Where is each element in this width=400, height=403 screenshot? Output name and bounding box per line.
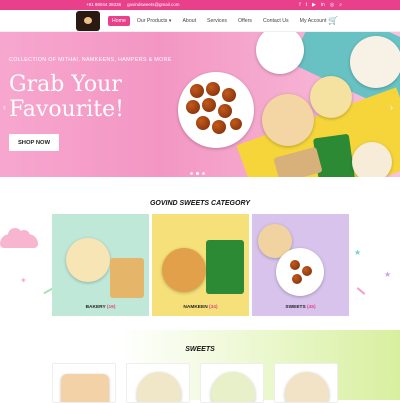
product-image <box>285 372 329 402</box>
bakery-image <box>66 238 110 282</box>
decorative-confetti <box>356 287 366 295</box>
namkeen-packet-image <box>206 240 244 294</box>
decorative-cloud <box>0 228 38 248</box>
product-image <box>61 374 109 402</box>
shop-now-button[interactable]: SHOP NOW <box>9 134 59 151</box>
linkedin-icon[interactable]: in <box>321 2 325 8</box>
youtube-icon[interactable]: ▶ <box>312 2 316 8</box>
sweets-plate-image <box>276 248 324 296</box>
hero-headline: Grab Your Favourite! <box>9 72 124 122</box>
bakery-box-image <box>110 258 144 298</box>
product-card[interactable] <box>274 363 338 403</box>
facebook-icon[interactable]: f <box>299 2 300 8</box>
sweet-ball <box>302 266 312 276</box>
sweets-plate-image <box>352 142 392 177</box>
shopping-cart-icon[interactable]: 🛒 <box>328 16 338 25</box>
nav-item-about[interactable]: About <box>178 16 200 26</box>
sweet-ball <box>230 118 242 130</box>
logo-face-icon <box>84 17 92 24</box>
namkeen-plate-image <box>256 32 304 74</box>
twitter-icon[interactable]: t <box>306 2 307 8</box>
slider-dot[interactable] <box>196 172 199 175</box>
category-count: (19) <box>106 305 116 310</box>
namkeen-image <box>162 248 206 292</box>
hero-kicker: COLLECTION OF MITHAI, NAMKEENS, HAMPERS … <box>9 57 172 63</box>
kaju-katli-plate-image <box>350 36 400 88</box>
product-image <box>137 372 181 402</box>
decorative-star-icon: ★ <box>384 270 392 279</box>
category-label: NAMKEEN (34) <box>152 305 249 310</box>
sweet-ball <box>206 82 220 96</box>
category-count: (45) <box>307 305 316 310</box>
product-card[interactable] <box>126 363 190 403</box>
category-card-namkeen[interactable]: NAMKEEN (34) <box>152 214 249 316</box>
email-text[interactable]: govindsweets@gmail.com <box>127 2 179 7</box>
search-icon[interactable]: ⌕ <box>339 2 342 8</box>
category-name: BAKERY <box>85 305 106 310</box>
product-card[interactable] <box>200 363 264 403</box>
sweet-ball <box>202 98 216 112</box>
phone-text[interactable]: +91 98044 38336 <box>86 2 121 7</box>
slider-dots <box>190 172 205 175</box>
nav-item-our-products-label: Our Products <box>136 18 168 24</box>
nav-item-home[interactable]: Home <box>108 16 130 26</box>
nav-item-contact-us[interactable]: Contact Us <box>259 16 293 26</box>
social-links: f t ▶ in ◎ ⌕ <box>299 2 342 8</box>
category-section-title: GOVIND SWEETS CATEGORY <box>149 200 251 207</box>
category-count: (34) <box>209 305 218 310</box>
sweet-ball <box>196 116 210 130</box>
sweets-section-title: SWEETS <box>185 346 215 353</box>
sweet-ball <box>186 100 200 114</box>
contact-info: +91 98044 38336 govindsweets@gmail.com <box>86 2 180 7</box>
nav-item-services[interactable]: Services <box>203 16 231 26</box>
hero-headline-line2: Favourite! <box>9 97 124 122</box>
next-slide-arrow-icon[interactable]: › <box>390 102 398 114</box>
category-name: SWEETS <box>285 305 306 310</box>
top-bar: +91 98044 38336 govindsweets@gmail.com f… <box>0 0 400 10</box>
nav-item-offers[interactable]: Offers <box>234 16 256 26</box>
category-card-bakery[interactable]: BAKERY (19) <box>52 214 149 316</box>
nav-menu: Home Our Products ▾ About Services Offer… <box>108 16 330 26</box>
chevron-down-icon: ▾ <box>168 18 172 24</box>
brand-logo[interactable] <box>76 11 100 31</box>
sweet-ball <box>190 84 204 98</box>
product-card[interactable] <box>52 363 116 403</box>
sweet-ball <box>292 274 302 284</box>
slider-dot[interactable] <box>190 172 193 175</box>
instagram-icon[interactable]: ◎ <box>330 2 334 8</box>
sweet-ball <box>218 104 232 118</box>
category-name: NAMKEEN <box>183 305 208 310</box>
decorative-star-icon: ✶ <box>20 276 27 285</box>
sweet-ball <box>222 88 236 102</box>
slider-dot[interactable] <box>202 172 205 175</box>
sweet-ball <box>212 120 226 134</box>
hero-headline-line1: Grab Your <box>9 72 122 97</box>
prev-slide-arrow-icon[interactable]: ‹ <box>3 102 11 114</box>
decorative-star-icon: ★ <box>354 248 362 257</box>
product-image <box>211 372 255 402</box>
nav-item-our-products[interactable]: Our Products ▾ <box>133 16 176 26</box>
category-label: BAKERY (19) <box>52 305 149 310</box>
chips-plate-image <box>262 94 314 146</box>
category-label: SWEETS (45) <box>252 305 349 310</box>
nav-item-my-account[interactable]: My Account <box>296 16 331 26</box>
main-navigation: Home Our Products ▾ About Services Offer… <box>0 10 400 32</box>
hero-banner: COLLECTION OF MITHAI, NAMKEENS, HAMPERS … <box>0 32 400 177</box>
sweet-ball <box>290 260 300 270</box>
ladoo-plate-image <box>310 76 352 118</box>
category-card-sweets[interactable]: SWEETS (45) <box>252 214 349 316</box>
